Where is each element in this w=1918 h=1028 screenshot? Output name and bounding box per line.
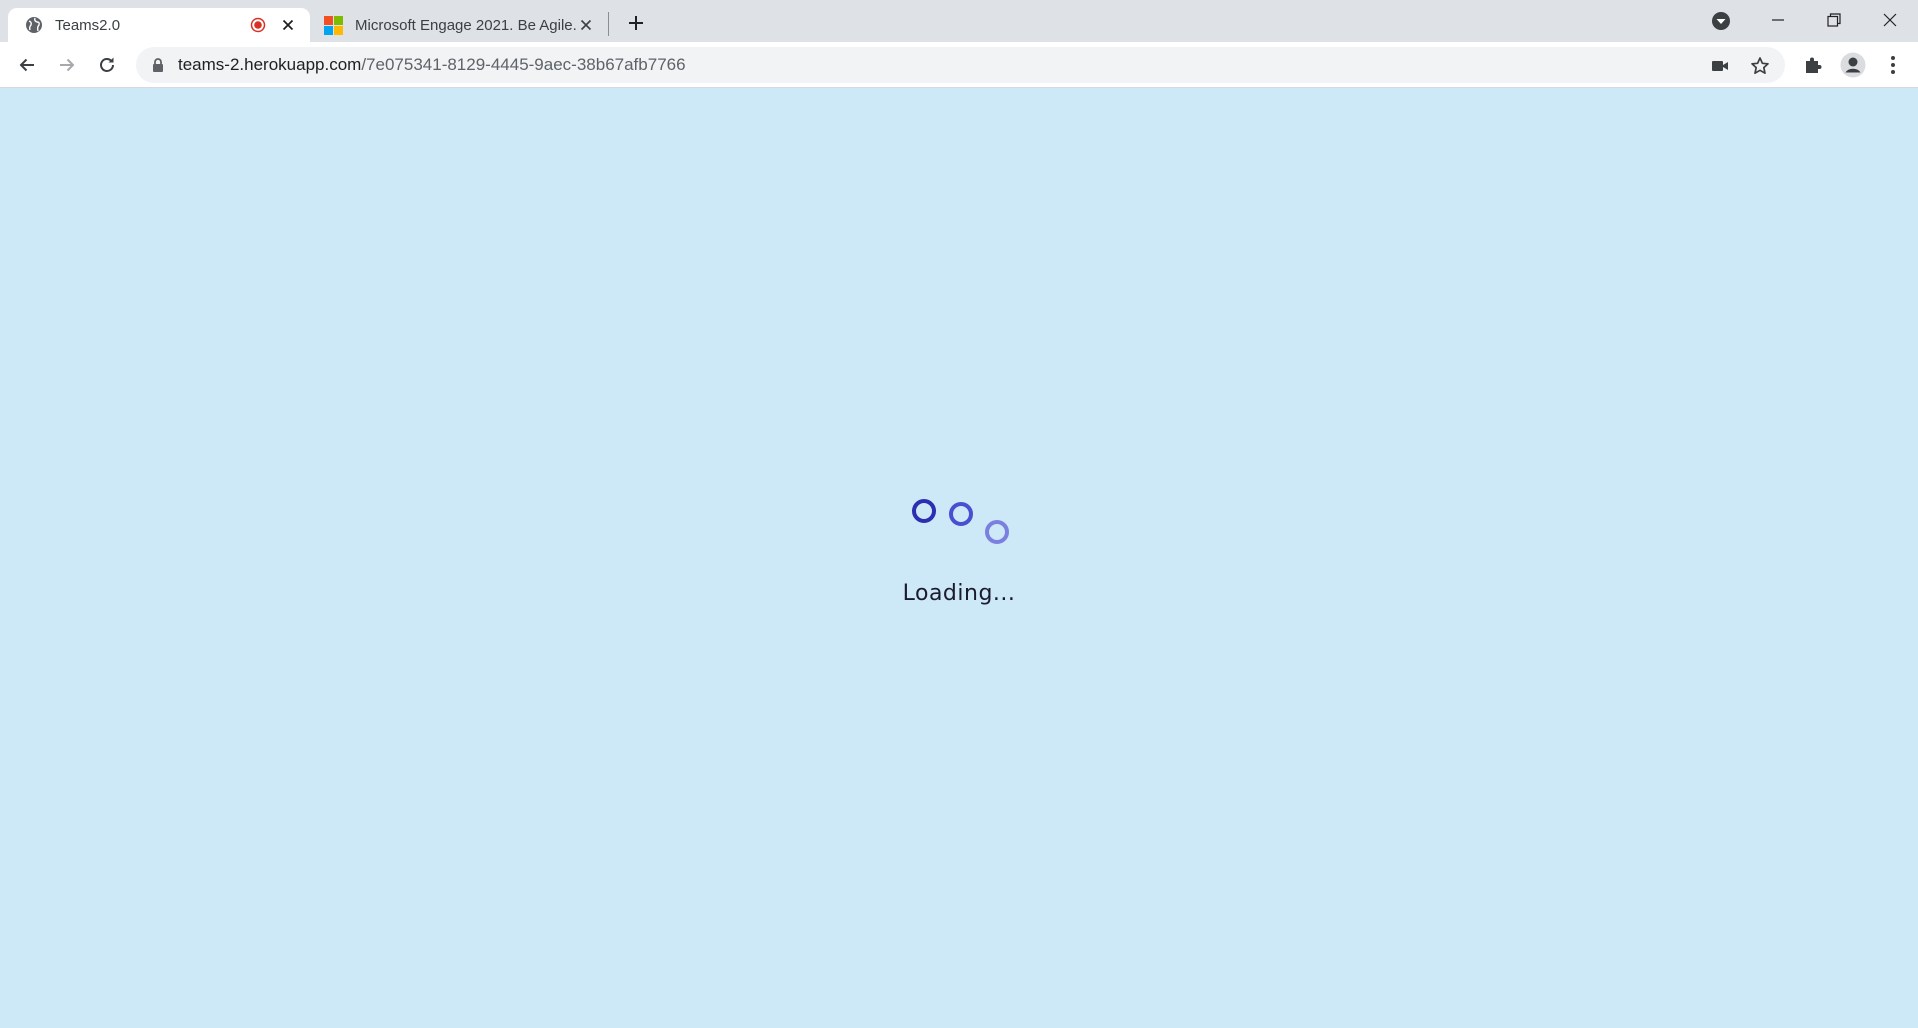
globe-icon	[24, 16, 43, 35]
bookmark-star-icon[interactable]	[1749, 55, 1771, 77]
tab-separator	[608, 12, 609, 36]
camera-in-use-icon[interactable]	[1709, 55, 1731, 77]
restore-button[interactable]	[1806, 0, 1862, 40]
restore-icon	[1827, 13, 1841, 27]
close-icon	[1883, 13, 1897, 27]
tab-title: Microsoft Engage 2021. Be Agile.	[355, 16, 577, 34]
forward-button[interactable]	[51, 49, 83, 81]
url-host: teams-2.herokuapp.com	[178, 55, 362, 74]
new-tab-button[interactable]	[622, 9, 650, 37]
browser-toolbar: teams-2.herokuapp.com/7e075341-8129-4445…	[0, 42, 1918, 88]
address-bar[interactable]: teams-2.herokuapp.com/7e075341-8129-4445…	[136, 47, 1785, 83]
back-button[interactable]	[11, 49, 43, 81]
page-content: Loading...	[0, 88, 1918, 1028]
microsoft-logo-icon	[324, 15, 343, 35]
loading-dot	[949, 502, 973, 526]
close-tab-icon[interactable]	[278, 15, 298, 35]
minimize-icon	[1772, 19, 1784, 21]
close-tab-icon[interactable]	[576, 15, 596, 35]
chevron-down-icon	[1712, 12, 1730, 30]
extensions-icon[interactable]	[1800, 52, 1826, 78]
lock-icon[interactable]	[150, 57, 166, 73]
tab-search-button[interactable]	[1708, 8, 1734, 34]
tab-strip: Teams2.0 Microsoft Engage 2021. Be Agile…	[0, 0, 1918, 42]
loading-spinner	[0, 88, 1918, 1028]
tab-title: Teams2.0	[55, 16, 121, 34]
browser-window: Teams2.0 Microsoft Engage 2021. Be Agile…	[0, 0, 1918, 1028]
url-text[interactable]: teams-2.herokuapp.com/7e075341-8129-4445…	[178, 55, 686, 75]
plus-icon	[629, 16, 643, 30]
loading-text: Loading...	[902, 581, 1016, 606]
reload-icon	[100, 57, 114, 72]
loading-dot	[985, 520, 1009, 544]
arrow-right-icon	[60, 58, 75, 72]
profile-avatar-icon[interactable]	[1840, 52, 1866, 78]
tab-teams[interactable]: Teams2.0	[8, 8, 310, 42]
more-menu-icon[interactable]	[1880, 52, 1906, 78]
recording-icon	[250, 17, 266, 33]
url-path: /7e075341-8129-4445-9aec-38b67afb7766	[361, 55, 686, 74]
tab-microsoft-engage[interactable]: Microsoft Engage 2021. Be Agile.	[312, 8, 608, 42]
close-window-button[interactable]	[1862, 0, 1918, 40]
loading-dot	[912, 499, 936, 523]
minimize-button[interactable]	[1750, 0, 1806, 40]
reload-button[interactable]	[91, 49, 123, 81]
arrow-left-icon	[19, 58, 34, 72]
